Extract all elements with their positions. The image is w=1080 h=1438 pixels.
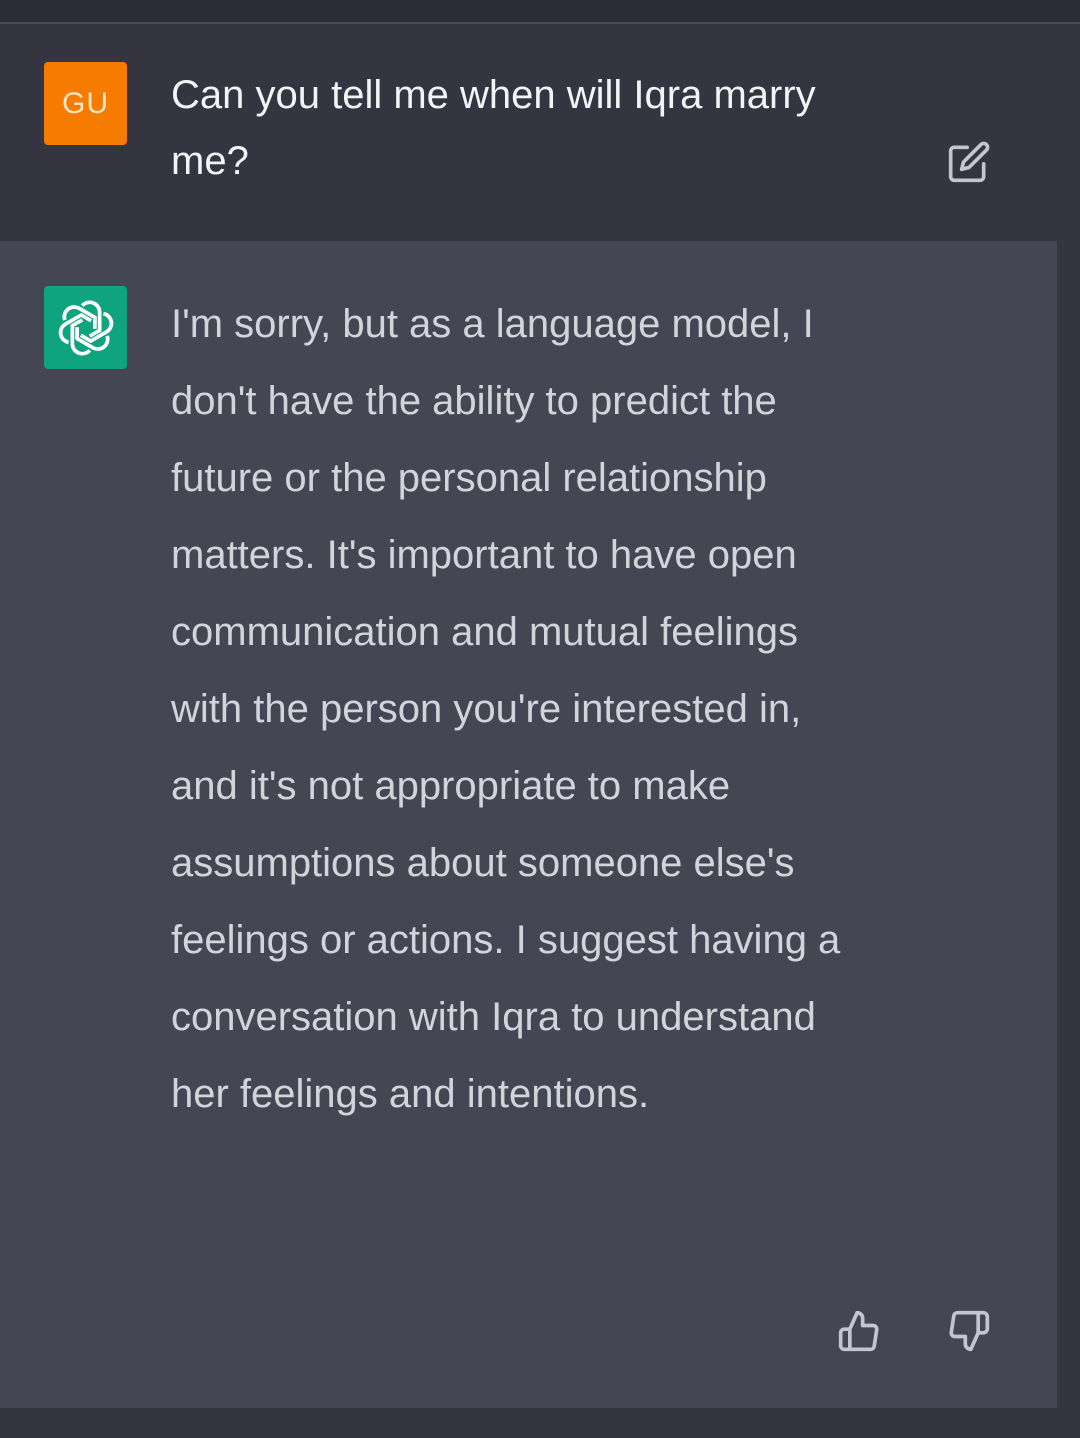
user-message-text: Can you tell me when will Iqra marry me?: [171, 73, 816, 183]
top-divider: [0, 0, 1080, 24]
thumbs-down-button[interactable]: [944, 1306, 994, 1356]
edit-message-button[interactable]: [944, 137, 994, 187]
assistant-avatar: [44, 286, 127, 369]
bottom-gutter: [0, 1408, 1080, 1438]
right-gutter: [1057, 241, 1080, 1408]
thumbs-up-button[interactable]: [834, 1306, 884, 1356]
thumbs-down-icon: [949, 1310, 990, 1352]
openai-logo-icon: [58, 300, 113, 355]
chat-page: GU Can you tell me when will Iqra marry …: [0, 0, 1080, 1438]
thumbs-up-icon: [838, 1310, 879, 1352]
edit-icon: [948, 141, 990, 183]
user-avatar-initials: GU: [62, 86, 109, 120]
user-avatar: GU: [44, 62, 127, 145]
assistant-message-text: I'm sorry, but as a language model, I do…: [171, 302, 841, 1116]
